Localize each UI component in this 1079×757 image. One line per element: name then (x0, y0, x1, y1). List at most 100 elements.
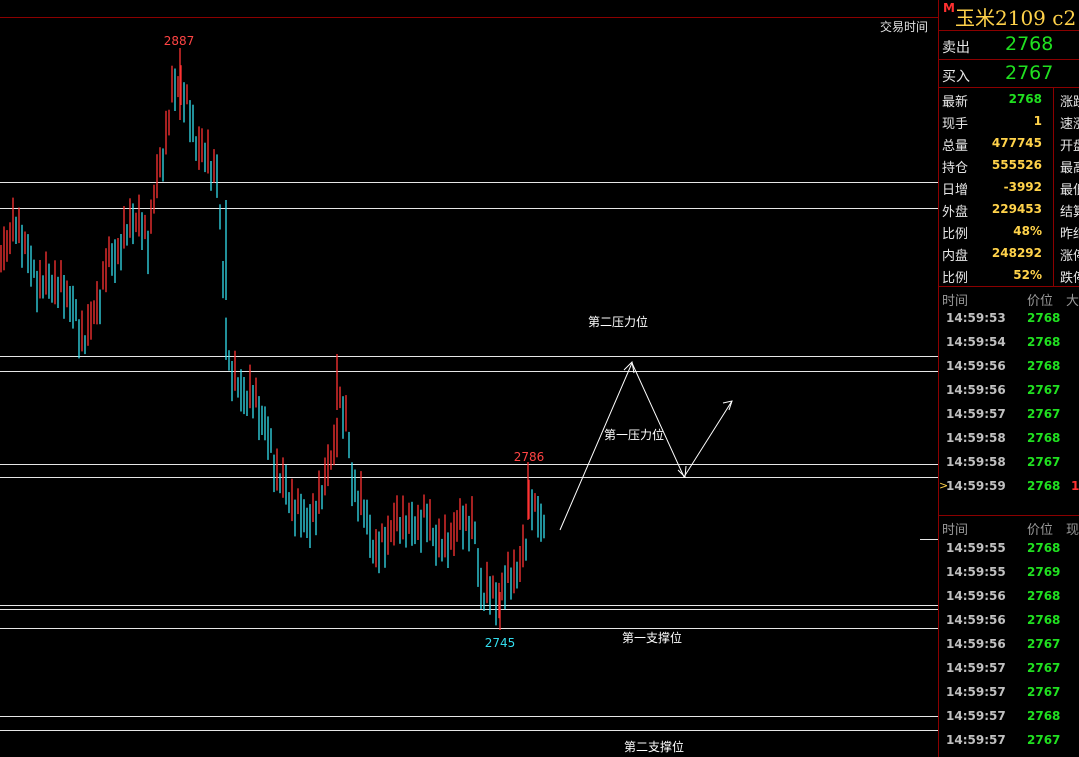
tick-row[interactable]: 14:59:56 2767 (939, 633, 1079, 657)
tick-time: 14:59:57 (946, 407, 1006, 421)
tick-time: 14:59:54 (946, 335, 1006, 349)
tick-row[interactable]: 14:59:53 2768 (939, 307, 1079, 331)
tick-row[interactable]: 14:59:57 2767 (939, 681, 1079, 705)
tick-time: 14:59:56 (946, 359, 1006, 373)
col-time: 时间 (942, 523, 969, 538)
quote-label: 外盘 (942, 205, 969, 220)
chart-labels: 2887 2786 2745 第二压力位 第一压力位 第一支撑位 第二支撑位 (164, 34, 684, 754)
buy-label: 买入 (942, 69, 970, 85)
tick-price: 2767 (1027, 455, 1061, 469)
quote-value: 2768 (1008, 92, 1042, 106)
second-peak-label: 2786 (514, 450, 545, 464)
tick-row[interactable]: >14:59:59 2768 1 (939, 475, 1079, 499)
tick-price: 2768 (1027, 479, 1061, 493)
tick-row[interactable]: 14:59:57 2767 (939, 403, 1079, 427)
support-1-label: 第一支撑位 (622, 630, 682, 645)
tick-price: 2768 (1027, 589, 1061, 603)
quote-right-label: 最低 (1060, 183, 1079, 198)
candles (0, 48, 545, 630)
tick-row[interactable]: 14:59:56 2767 (939, 379, 1079, 403)
tick-row[interactable]: 14:59:57 2768 (939, 705, 1079, 729)
tick-price: 2767 (1027, 733, 1061, 747)
buy-row: 买入 2767 (939, 59, 1079, 88)
quote-value: -3992 (1003, 180, 1042, 194)
forecast-arrows (559, 360, 733, 531)
tick-price: 2768 (1027, 613, 1061, 627)
forecast-path (559, 361, 733, 531)
quote-row: 比例 52% 跌停 (939, 264, 1079, 286)
sell-label: 卖出 (942, 40, 970, 56)
low-price-label: 2745 (485, 636, 516, 650)
quote-row: 内盘 248292 涨停 (939, 242, 1079, 264)
quote-right-label: 开盘 (1060, 139, 1079, 154)
tick-volume: 1 (1071, 479, 1079, 493)
tick-row[interactable]: 14:59:58 2767 (939, 451, 1079, 475)
tick-time: 14:59:57 (946, 733, 1006, 747)
tick-row[interactable]: 14:59:56 2768 (939, 355, 1079, 379)
tick-price: 2767 (1027, 685, 1061, 699)
sell-row: 卖出 2768 (939, 30, 1079, 59)
quote-right-label: 跌停 (1060, 271, 1079, 286)
trading-time-label: 交易时间 (880, 19, 928, 34)
tick-time: 14:59:59 (946, 479, 1006, 493)
tick-price: 2768 (1027, 359, 1061, 373)
tick-price: 2768 (1027, 431, 1061, 445)
tick-time: 14:59:56 (946, 589, 1006, 603)
high-price-label: 2887 (164, 34, 195, 48)
horizontal-level-lines (0, 182, 938, 731)
quote-row: 日增 -3992 最低 (939, 176, 1079, 198)
tick-price: 2768 (1027, 541, 1061, 555)
quote-value: 477745 (991, 136, 1042, 150)
market-marker: M (943, 1, 955, 15)
quote-row: 总量 477745 开盘 (939, 132, 1079, 154)
col-extra: 现 (1066, 523, 1079, 538)
candlestick-chart[interactable]: 交易时间 2887 2786 2745 第二压力位 第一压力位 第一支撑位 第二… (0, 0, 938, 757)
quote-label: 总量 (942, 139, 969, 154)
tick-time: 14:59:57 (946, 709, 1006, 723)
tick-time: 14:59:55 (946, 541, 1006, 555)
quote-row: 外盘 229453 结算 (939, 198, 1079, 220)
tick-table-header-2: 时间 价位 现 (939, 515, 1079, 538)
tick-row[interactable]: 14:59:55 2769 (939, 561, 1079, 585)
quote-right-label: 最高 (1060, 161, 1079, 176)
tick-price: 2767 (1027, 407, 1061, 421)
tick-time: 14:59:55 (946, 565, 1006, 579)
quote-label: 现手 (942, 117, 969, 132)
resistance-2-label: 第二压力位 (588, 314, 648, 329)
quote-label: 日增 (942, 183, 969, 198)
quote-value: 48% (1013, 224, 1042, 238)
quote-label: 最新 (942, 95, 969, 110)
symbol-name[interactable]: 玉米2109 c2 (955, 2, 1076, 31)
quote-row: 现手 1 速涨 (939, 110, 1079, 132)
quote-panel: M 玉米2109 c2 卖出 2768 买入 2767 最新 2768 涨跌现手 1 速… (938, 0, 1079, 757)
tick-row[interactable]: 14:59:55 2768 (939, 537, 1079, 561)
tick-row[interactable]: 14:59:56 2768 (939, 585, 1079, 609)
tick-time: 14:59:58 (946, 455, 1006, 469)
quote-label: 内盘 (942, 249, 969, 264)
tick-row[interactable]: 14:59:57 2767 (939, 729, 1079, 753)
tick-row[interactable]: 14:59:57 2767 (939, 657, 1079, 681)
tick-time: 14:59:57 (946, 685, 1006, 699)
tick-price: 2767 (1027, 637, 1061, 651)
support-2-label: 第二支撑位 (624, 739, 684, 754)
tick-row[interactable]: 14:59:54 2768 (939, 331, 1079, 355)
tick-price: 2768 (1027, 335, 1061, 349)
tick-price: 2769 (1027, 565, 1061, 579)
tick-row[interactable]: 14:59:56 2768 (939, 609, 1079, 633)
quote-value: 248292 (991, 246, 1042, 260)
quote-row: 比例 48% 昨结 (939, 220, 1079, 242)
col-price: 价位 (1027, 523, 1054, 538)
quote-row: 最新 2768 涨跌 (939, 88, 1079, 110)
quote-label: 比例 (942, 271, 969, 286)
quote-label: 持仓 (942, 161, 969, 176)
quote-label: 比例 (942, 227, 969, 242)
tick-row[interactable]: 14:59:58 2768 (939, 427, 1079, 451)
tick-price: 2767 (1027, 661, 1061, 675)
quote-value: 229453 (991, 202, 1042, 216)
tick-price: 2767 (1027, 383, 1061, 397)
tick-table-header: 时间 价位 大 (939, 286, 1079, 309)
symbol-header: M 玉米2109 c2 (939, 0, 1079, 30)
tick-price: 2768 (1027, 709, 1061, 723)
tick-time: 14:59:56 (946, 613, 1006, 627)
tick-time: 14:59:57 (946, 661, 1006, 675)
